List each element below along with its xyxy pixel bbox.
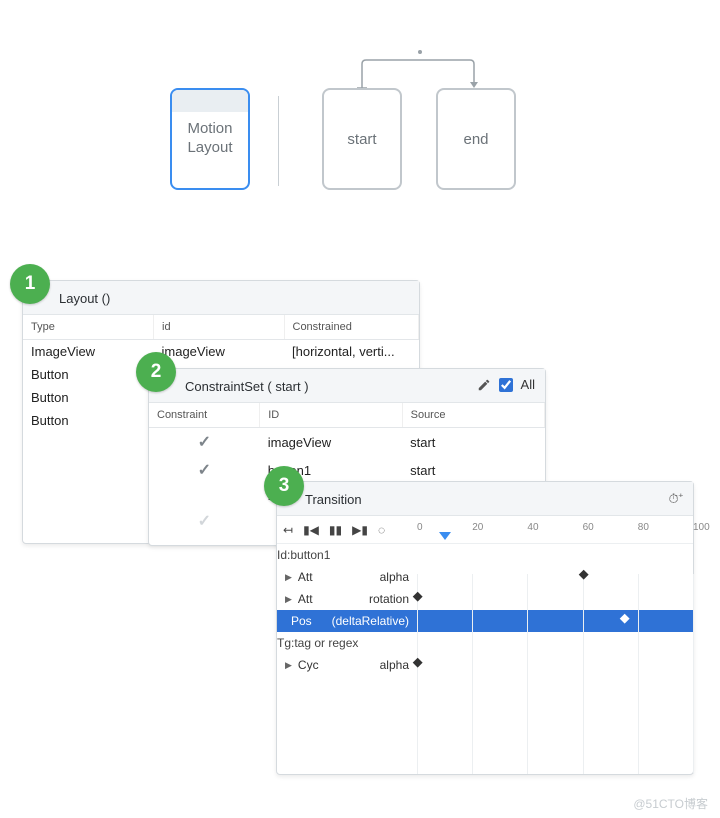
start-label: start xyxy=(347,131,376,148)
start-state-box[interactable]: start xyxy=(322,88,402,190)
pause-icon[interactable]: ▮▮ xyxy=(329,523,342,537)
add-clock-icon[interactable]: ⏱⁺ xyxy=(668,491,683,507)
all-label: All xyxy=(521,377,535,392)
col-type[interactable]: Type xyxy=(23,315,154,340)
motion-diagram: MotionLayout start end xyxy=(170,48,550,198)
ruler-tick: 80 xyxy=(638,522,649,533)
transition-arrow xyxy=(170,48,550,92)
playhead-marker[interactable] xyxy=(439,532,451,540)
keyframe-row[interactable]: ▶Attalpha xyxy=(277,566,693,588)
playback-row: ↤ ▮◀ ▮▮ ▶▮ ◌ 020406080100 xyxy=(277,516,693,544)
keyframe-row[interactable]: Pos(deltaRelative) xyxy=(277,610,693,632)
badge-1: 1 xyxy=(10,264,50,304)
keyframe-row[interactable]: ▶Attrotation xyxy=(277,588,693,610)
timeline-ruler[interactable]: 020406080100 xyxy=(417,516,687,544)
keyframe-rows: Id:button1▶Attalpha▶AttrotationPos(delta… xyxy=(277,544,693,676)
motion-layout-box[interactable]: MotionLayout xyxy=(170,88,250,190)
prev-frame-icon[interactable]: ▮◀ xyxy=(303,523,319,537)
next-frame-icon[interactable]: ▶▮ xyxy=(352,523,368,537)
watermark: @51CTO博客 xyxy=(633,795,708,812)
col-id[interactable]: id xyxy=(154,315,285,340)
motion-layout-header xyxy=(172,90,248,112)
table-row[interactable]: ✓button1start xyxy=(149,456,545,484)
keyframe-diamond[interactable] xyxy=(620,614,630,624)
jump-start-icon[interactable]: ↤ xyxy=(283,523,293,537)
ruler-tick: 0 xyxy=(417,522,423,533)
transition-panel-title: ▶ Transition ⏱⁺ xyxy=(277,482,693,516)
end-label: end xyxy=(463,131,488,148)
ruler-tick: 40 xyxy=(527,522,538,533)
badge-3: 3 xyxy=(264,466,304,506)
col-id2[interactable]: ID xyxy=(260,403,402,428)
ruler-tick: 60 xyxy=(583,522,594,533)
group-header: Tg:tag or regex xyxy=(277,632,693,654)
all-checkbox[interactable] xyxy=(499,378,513,392)
ruler-tick: 100 xyxy=(693,522,710,533)
edit-icon[interactable] xyxy=(477,378,491,392)
ruler-tick: 20 xyxy=(472,522,483,533)
table-row[interactable]: ImageViewimageView[horizontal, verti... xyxy=(23,340,419,364)
layout-panel-title: Layout () xyxy=(23,281,419,315)
keyframe-diamond[interactable] xyxy=(578,570,588,580)
diagram-divider xyxy=(278,96,279,186)
end-state-box[interactable]: end xyxy=(436,88,516,190)
constraintset-panel-title: ConstraintSet ( start ) All xyxy=(149,369,545,403)
badge-2: 2 xyxy=(136,352,176,392)
transition-panel: ▶ Transition ⏱⁺ ↤ ▮◀ ▮▮ ▶▮ ◌ 02040608010… xyxy=(276,481,694,775)
col-constrained[interactable]: Constrained xyxy=(284,315,419,340)
group-header: Id:button1 xyxy=(277,544,693,566)
table-row[interactable]: ✓imageViewstart xyxy=(149,428,545,457)
speed-icon[interactable]: ◌ xyxy=(378,523,385,537)
col-constraint[interactable]: Constraint xyxy=(149,403,260,428)
col-source[interactable]: Source xyxy=(402,403,544,428)
keyframe-row[interactable]: ▶Cycalpha xyxy=(277,654,693,676)
motion-layout-label: MotionLayout xyxy=(187,120,232,158)
